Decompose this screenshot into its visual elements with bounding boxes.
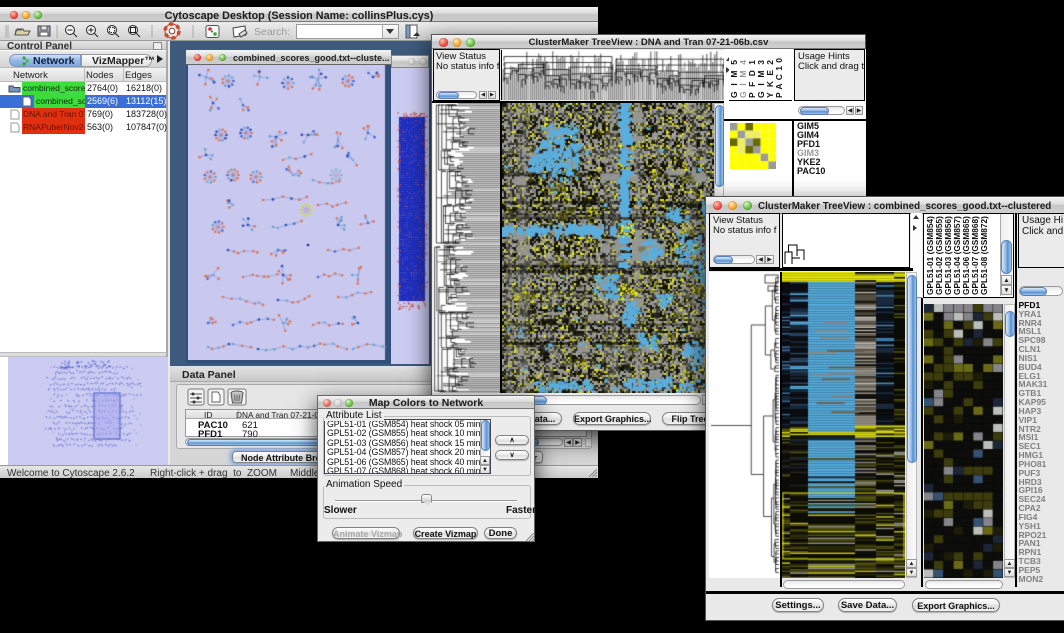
svg-text:PAC10: PAC10	[774, 58, 784, 98]
svg-text:GPL51-08 (GSM872): GPL51-08 (GSM872)	[979, 216, 989, 295]
